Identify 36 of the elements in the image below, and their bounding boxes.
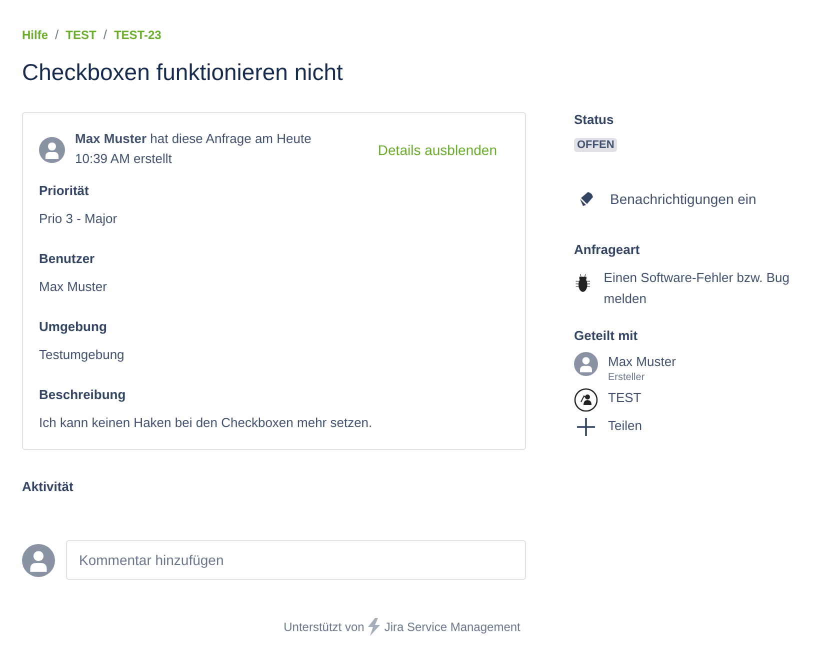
details-toggle-link[interactable]: Details ausblenden bbox=[378, 140, 497, 160]
notifications-button[interactable]: Benachrichtigungen ein bbox=[574, 188, 756, 210]
footer-text: Unterstützt von bbox=[284, 619, 364, 636]
role-label: Ersteller bbox=[608, 372, 646, 384]
field-label: Beschreibung bbox=[39, 386, 127, 404]
field-label: Umgebung bbox=[39, 318, 108, 336]
shared-name: TEST bbox=[608, 388, 642, 406]
breadcrumb-separator: / bbox=[55, 26, 59, 44]
page-title: Checkboxen funktionieren nicht bbox=[21, 58, 344, 86]
section-heading: Anfrageart bbox=[574, 240, 641, 259]
breadcrumb-link[interactable]: TEST bbox=[66, 26, 96, 44]
breadcrumb-link[interactable]: Hilfe bbox=[22, 26, 48, 44]
comment-field[interactable]: Kommentar hinzufügen bbox=[66, 540, 526, 580]
section-heading: Geteilt mit bbox=[574, 327, 639, 345]
group-icon bbox=[574, 388, 598, 412]
breadcrumb-separator: / bbox=[103, 26, 107, 44]
shared-name: Max Muster bbox=[608, 352, 676, 370]
avatar-icon bbox=[22, 544, 55, 576]
breadcrumb-link[interactable]: TEST-23 bbox=[114, 26, 162, 44]
avatar-icon bbox=[39, 136, 65, 162]
request-type: Einen Software-Fehler bzw. Bug melden bbox=[604, 269, 790, 308]
share-link[interactable]: Teilen bbox=[608, 416, 642, 436]
field-value: Max Muster bbox=[39, 278, 108, 296]
product-link[interactable]: Jira Service Management bbox=[384, 618, 520, 636]
section-heading: Aktivität bbox=[22, 478, 74, 496]
field-value: Ich kann keinen Haken bei den Checkboxen mehr setzen. bbox=[39, 414, 374, 432]
status-badge: OFFEN bbox=[574, 138, 618, 152]
section-heading: Status bbox=[574, 112, 615, 128]
avatar-icon bbox=[574, 352, 598, 376]
plus-icon bbox=[575, 416, 597, 438]
field-value: Prio 3 - Major bbox=[39, 210, 118, 228]
lightning-icon bbox=[367, 618, 382, 636]
field-value: Testumgebung bbox=[39, 346, 126, 364]
field-label: Benutzer bbox=[39, 250, 96, 268]
request-summary: Max Muster hat diese Anfrage am Heute 10:39 AM erstellt bbox=[75, 130, 312, 168]
field-label: Priorität bbox=[39, 182, 90, 200]
